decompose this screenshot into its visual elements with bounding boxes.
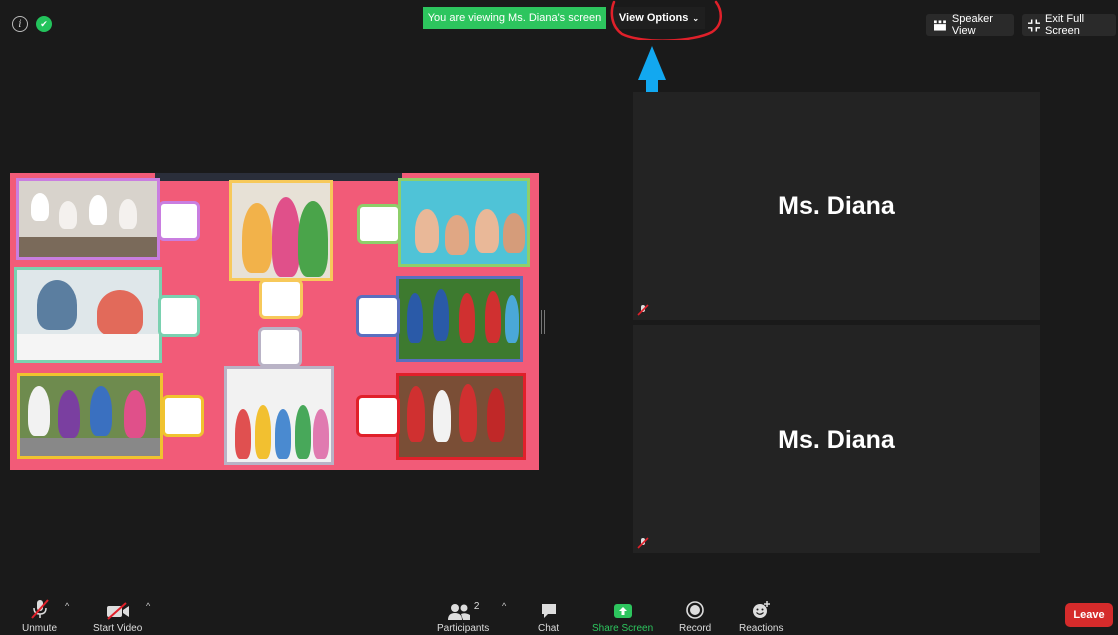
meeting-info-group: i ✔ — [12, 16, 52, 32]
start-video-label: Start Video — [93, 623, 143, 634]
exit-fullscreen-label: Exit Full Screen — [1044, 13, 1085, 37]
unmute-label: Unmute — [22, 623, 58, 634]
split-view-resize-handle[interactable] — [541, 310, 545, 334]
video-off-icon — [106, 602, 129, 620]
info-icon[interactable]: i — [12, 16, 28, 32]
answer-box-1[interactable] — [158, 201, 200, 241]
participant-name: Ms. Diana — [778, 426, 895, 454]
answer-box-4[interactable] — [158, 295, 200, 337]
participant-tile[interactable]: Ms. Diana — [633, 92, 1040, 320]
start-video-button[interactable]: Start Video — [93, 598, 142, 634]
annotation-red-circle — [610, 0, 722, 40]
viewing-banner-text: You are viewing Ms. Diana's screen — [427, 12, 602, 24]
answer-box-8[interactable] — [356, 395, 400, 437]
participant-tile[interactable]: Ms. Diana — [633, 325, 1040, 553]
mic-muted-icon — [637, 304, 649, 316]
photo-kids-swimming — [398, 178, 530, 267]
record-button[interactable]: Record — [679, 598, 711, 634]
chat-label: Chat — [538, 623, 560, 634]
speaker-view-label: Speaker View — [951, 13, 993, 37]
answer-box-2[interactable] — [259, 279, 303, 319]
participants-options-caret[interactable]: ^ — [502, 601, 506, 611]
record-icon — [686, 601, 704, 619]
participant-name: Ms. Diana — [778, 192, 895, 220]
share-screen-label: Share Screen — [592, 623, 654, 634]
leave-label: Leave — [1073, 609, 1105, 621]
mic-muted-icon — [637, 537, 649, 549]
audio-options-caret[interactable]: ^ — [65, 601, 69, 611]
photo-kids-soccer — [396, 276, 523, 362]
answer-box-6[interactable] — [356, 295, 400, 337]
chat-button[interactable]: Chat — [538, 598, 559, 634]
participants-count: 2 — [473, 601, 480, 612]
shield-icon[interactable]: ✔ — [36, 16, 52, 32]
participants-icon — [447, 604, 470, 620]
participants-button[interactable]: 2 Participants — [437, 598, 489, 634]
answer-box-7[interactable] — [162, 395, 204, 437]
answer-box-3[interactable] — [357, 204, 401, 244]
mic-muted-icon — [30, 599, 49, 619]
record-label: Record — [679, 623, 712, 634]
photo-girls-singing — [229, 180, 333, 281]
speaker-view-button[interactable]: Speaker View — [926, 13, 1014, 37]
reactions-label: Reactions — [739, 623, 784, 634]
speaker-view-icon — [934, 19, 946, 31]
share-screen-icon — [613, 604, 632, 618]
exit-fullscreen-button[interactable]: Exit Full Screen — [1022, 13, 1116, 37]
answer-box-5[interactable] — [258, 327, 302, 367]
share-screen-button[interactable]: Share Screen — [592, 598, 653, 634]
photo-kids-biking — [17, 373, 163, 459]
photo-kids-drawing — [14, 267, 162, 363]
exit-fullscreen-icon — [1028, 19, 1040, 31]
shared-screen[interactable] — [10, 173, 539, 470]
leave-button[interactable]: Leave — [1065, 603, 1113, 627]
video-options-caret[interactable]: ^ — [146, 601, 150, 611]
unmute-button[interactable]: Unmute — [22, 598, 57, 634]
participants-label: Participants — [437, 623, 490, 634]
reactions-icon — [753, 601, 771, 618]
photo-kids-reading — [224, 366, 334, 465]
reactions-button[interactable]: Reactions — [739, 598, 783, 634]
viewing-banner: You are viewing Ms. Diana's screen — [423, 7, 606, 29]
photo-kids-cooking — [16, 178, 160, 260]
photo-kids-dancing — [396, 373, 526, 460]
chat-icon — [541, 604, 556, 618]
